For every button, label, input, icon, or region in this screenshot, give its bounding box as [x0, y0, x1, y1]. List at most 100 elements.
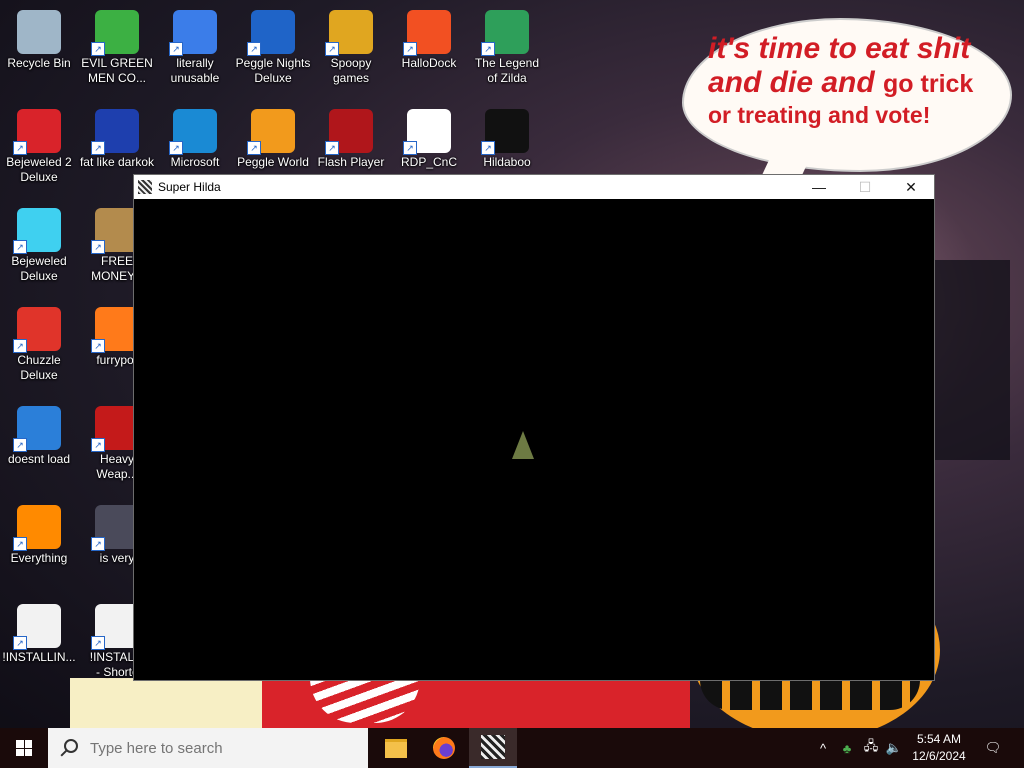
shortcut-arrow-icon: ↗: [325, 141, 339, 155]
shortcut-arrow-icon: ↗: [13, 339, 27, 353]
windows-start-icon: [16, 740, 32, 756]
taskbar-app-super-hilda[interactable]: [469, 728, 517, 768]
desktop-icon[interactable]: ↗ HalloDock: [390, 4, 468, 71]
volume-button[interactable]: 🔈: [883, 728, 905, 768]
speech-bubble-tail: [761, 140, 819, 176]
maximize-icon: ☐: [858, 178, 872, 195]
desktop-icon-label: Everything: [10, 551, 68, 565]
desktop-icon[interactable]: ↗ Peggle World: [234, 103, 312, 170]
desktop-icon[interactable]: ↗ doesnt load: [0, 400, 78, 467]
clock-date: 12/6/2024: [912, 749, 966, 763]
folder-games-icon: ↗: [325, 10, 373, 56]
close-button[interactable]: ✕: [888, 175, 934, 199]
desktop-icon-label: doesnt load: [7, 452, 71, 466]
wallpaper-haunted-house: [930, 260, 1010, 460]
super-hilda-window[interactable]: Super Hilda — ☐ ✕: [133, 174, 935, 681]
game-canvas[interactable]: [134, 199, 934, 680]
shortcut-arrow-icon: ↗: [481, 141, 495, 155]
desktop-icon-label: Hildaboo: [483, 155, 531, 169]
speech-line-2a: and die and: [708, 65, 884, 99]
taskbar-clock[interactable]: 5:54 AM 12/6/2024: [906, 731, 972, 765]
zelda-icon: ↗: [481, 10, 529, 56]
notifications-button[interactable]: 🗨: [978, 728, 1008, 768]
recycle-bin-icon: [17, 10, 61, 54]
wallpaper-flag: [262, 678, 690, 728]
desktop-icon[interactable]: ↗ !INSTALLIN...: [0, 598, 78, 665]
desktop-icon[interactable]: ↗ Microsoft: [156, 103, 234, 170]
tray-clover-button[interactable]: ♣: [836, 728, 858, 768]
everything-search-icon: ↗: [13, 505, 61, 551]
window-titlebar[interactable]: Super Hilda — ☐ ✕: [134, 175, 934, 199]
desktop-icon[interactable]: ↗ Everything: [0, 499, 78, 566]
desktop-icon[interactable]: ↗ Spoopy games: [312, 4, 390, 86]
speech-line-1: it's time to eat shit: [708, 32, 971, 65]
shortcut-arrow-icon: ↗: [91, 42, 105, 56]
shortcut-arrow-icon: ↗: [13, 240, 27, 254]
minimize-icon: —: [812, 179, 826, 195]
desktop-icon[interactable]: ↗ Peggle Nights Deluxe: [234, 4, 312, 86]
wallpaper-paper: [70, 678, 262, 728]
desktop-icon[interactable]: ↗ Bejeweled 2 Deluxe: [0, 103, 78, 185]
shortcut-arrow-icon: ↗: [169, 141, 183, 155]
desktop-icon[interactable]: ↗ The Legend of Zilda: [468, 4, 546, 86]
shortcut-arrow-icon: ↗: [325, 42, 339, 56]
volume-icon: 🔈: [885, 740, 903, 755]
desktop-icon[interactable]: ↗ Flash Player: [312, 103, 390, 170]
desktop-icon-label: HalloDock: [401, 56, 457, 70]
clock-time: 5:54 AM: [916, 732, 962, 746]
firefox-icon: [433, 737, 455, 759]
desktop-icon[interactable]: ↗ EVIL GREEN MEN CO...: [78, 4, 156, 86]
shortcut-arrow-icon: ↗: [247, 141, 261, 155]
close-icon: ✕: [905, 178, 917, 195]
desktop-icon-label: Recycle Bin: [7, 56, 71, 70]
show-hidden-icons-button[interactable]: ^: [812, 728, 834, 768]
desktop-icon-label: !INSTALLIN...: [2, 650, 76, 664]
desktop-icon[interactable]: ↗ fat like darkok: [78, 103, 156, 170]
hilda-sprite: [512, 431, 534, 459]
maximize-button[interactable]: ☐: [842, 175, 888, 199]
search-input[interactable]: [88, 738, 352, 758]
shortcut-arrow-icon: ↗: [13, 537, 27, 551]
desktop-icon-label: Peggle Nights Deluxe: [235, 56, 311, 85]
network-button[interactable]: 🖧: [860, 728, 882, 768]
shortcut-arrow-icon: ↗: [247, 42, 261, 56]
desktop-icon-label: fat like darkok: [79, 155, 155, 169]
minimize-button[interactable]: —: [796, 175, 842, 199]
search-icon: [60, 739, 78, 757]
desktop-icon[interactable]: Recycle Bin: [0, 4, 78, 71]
wallpaper-pumpkin-grin: [700, 680, 920, 710]
desktop-icon-label: Spoopy games: [330, 56, 372, 85]
peggle-nights-icon: ↗: [247, 10, 295, 56]
speech-bubble-text: it's time to eat shit and die and go tri…: [708, 32, 988, 128]
desktop-icon-label: Chuzzle Deluxe: [17, 353, 61, 382]
desktop-icon-label: EVIL GREEN MEN CO...: [81, 56, 153, 85]
shortcut-arrow-icon: ↗: [13, 438, 27, 452]
wallpaper-flag-stripes: [310, 678, 420, 723]
desktop-icon-label: Peggle World: [237, 155, 309, 169]
taskbar-app-file-explorer[interactable]: [372, 728, 420, 768]
network-icon: 🖧: [863, 738, 879, 753]
desktop-icon[interactable]: ↗ Bejeweled Deluxe: [0, 202, 78, 284]
bejeweled2-icon: ↗: [13, 109, 61, 155]
mpl-icon: ↗: [91, 109, 139, 155]
desktop-icon-label: RDP_CnC: [400, 155, 457, 169]
desktop-icon[interactable]: ↗ RDP_CnC: [390, 103, 468, 170]
green-men-icon: ↗: [91, 10, 139, 56]
thunderbird-icon: ↗: [13, 406, 61, 452]
taskbar-app-firefox[interactable]: [420, 728, 468, 768]
shortcut-arrow-icon: ↗: [481, 42, 495, 56]
speech-line-2b: go trick: [883, 69, 974, 98]
hildaboo-icon: ↗: [481, 109, 529, 155]
shortcut-arrow-icon: ↗: [91, 636, 105, 650]
desktop-icon[interactable]: ↗ literally unusable: [156, 4, 234, 86]
notification-icon: 🗨: [984, 740, 1002, 755]
desktop-icon[interactable]: ↗ Chuzzle Deluxe: [0, 301, 78, 383]
shortcut-arrow-icon: ↗: [91, 438, 105, 452]
desktop-icon[interactable]: ↗ Hildaboo: [468, 103, 546, 170]
chuzzle-icon: ↗: [13, 307, 61, 353]
window-title: Super Hilda: [158, 180, 221, 194]
taskbar-search[interactable]: [48, 728, 368, 768]
start-button[interactable]: [0, 728, 48, 768]
shortcut-arrow-icon: ↗: [13, 636, 27, 650]
rdp-icon: ↗: [403, 109, 451, 155]
